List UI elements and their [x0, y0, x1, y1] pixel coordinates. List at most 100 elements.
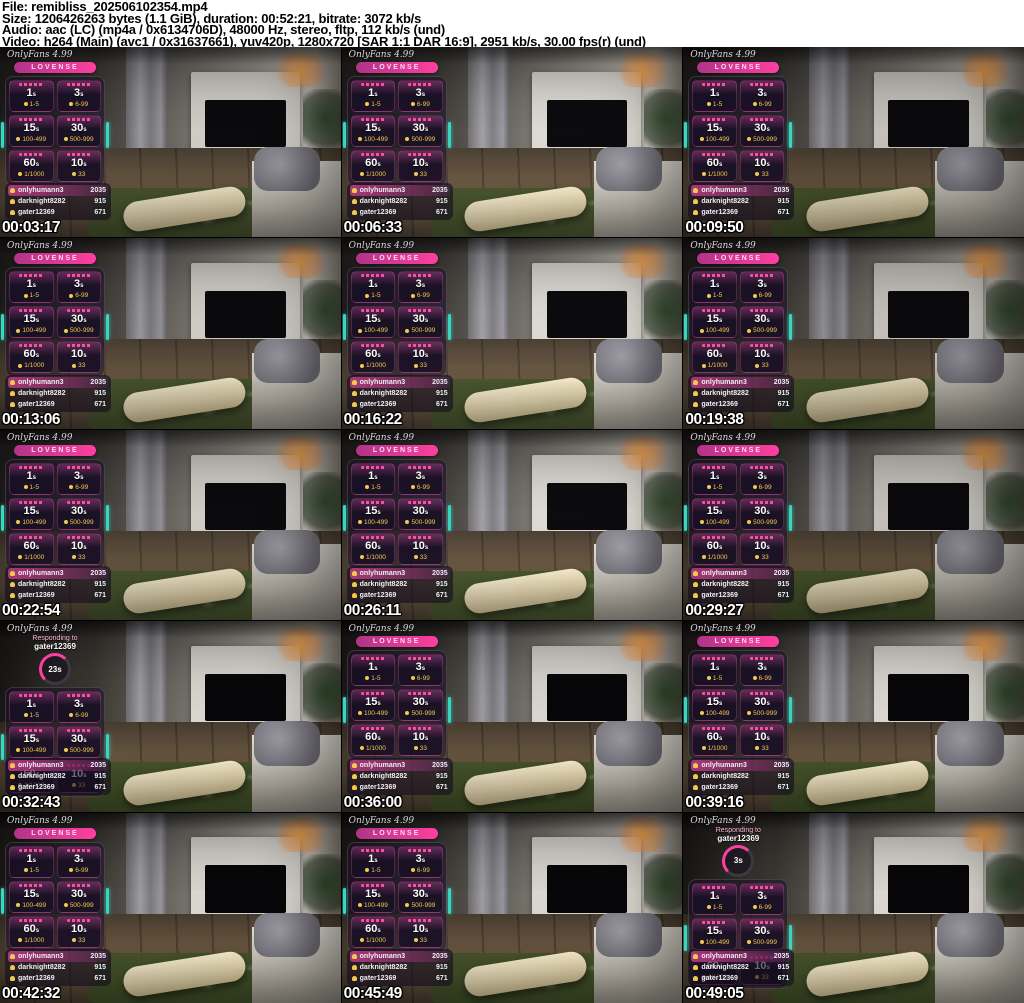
tile-token-range: 1/1000 — [353, 937, 394, 945]
stream-overlay: OnlyFans 4.99 LOVENSE Responding to gate… — [684, 50, 793, 186]
supporters-panel: onlyhumann3 2035 darknight8282 915 gater1236… — [346, 566, 453, 604]
coin-icon — [747, 328, 752, 333]
coin-icon — [16, 520, 21, 525]
tip-tile: 3s 6-99 — [398, 654, 443, 687]
supporter-row: gater12369 671 — [8, 399, 108, 410]
tip-tile: 60s1/1000 — [9, 915, 54, 948]
supporter-amount: 915 — [94, 198, 106, 206]
tip-menu: 1s1-53s6-9915s100-49930s500-99960s1/1000… — [342, 267, 451, 378]
supporter-amount: 915 — [94, 772, 106, 780]
tile-token-range: 100-499 — [11, 327, 52, 335]
supporter-name: gater12369 — [10, 974, 55, 983]
responding-username: gater12369 — [34, 642, 76, 652]
tile-duration: 30s — [70, 313, 87, 326]
tile-token-range: 100-499 — [694, 710, 735, 718]
tip-tile: 15s 100-499 — [9, 880, 54, 913]
supporter-name: darknight8282 — [10, 197, 65, 206]
supporter-amount: 671 — [435, 400, 448, 408]
level-meter-icon — [684, 924, 688, 951]
supporter-name: onlyhumann3 — [10, 761, 64, 770]
vibration-pattern-icon — [702, 657, 727, 661]
vibration-pattern-icon — [749, 118, 775, 121]
coin-icon — [365, 485, 370, 490]
tile-token-range: 6-99 — [400, 675, 441, 683]
platform-watermark: OnlyFans 4.99 — [690, 50, 756, 60]
tile-token-range: 1/1000 — [11, 362, 52, 370]
supporter-name: darknight8282 — [10, 963, 65, 972]
tile-token-range: 500-999 — [59, 902, 100, 910]
tip-tile: 60s1/1000 — [350, 150, 396, 182]
lovense-badge: LOVENSE — [14, 62, 96, 73]
supporter-row: darknight8282 915 — [8, 962, 108, 973]
supporter-name: gater12369 — [693, 400, 738, 409]
vibration-pattern-icon — [19, 535, 44, 539]
timestamp-overlay: 00:26:11 — [343, 602, 402, 620]
platform-watermark: OnlyFans 4.99 — [348, 241, 415, 252]
lovense-badge: LOVENSE — [697, 253, 780, 265]
coin-icon — [752, 293, 757, 298]
tile-duration: 3s — [757, 661, 767, 674]
tile-duration: 3s — [415, 87, 426, 99]
supporter-row: darknight8282 915 — [8, 388, 108, 399]
trophy-icon — [10, 975, 15, 981]
tile-duration: 30s — [70, 887, 87, 900]
vibration-pattern-icon — [749, 309, 775, 313]
lovense-badge: LOVENSE — [14, 444, 96, 456]
supporter-row: darknight8282 915 — [8, 196, 108, 207]
header-line: Video: h264 (Main) (avc1 / 0x31637661), … — [2, 33, 646, 47]
tile-duration: 1s — [709, 469, 720, 482]
supporter-row: onlyhumann3 2035 — [349, 950, 450, 962]
timestamp-overlay: 00:49:05 — [685, 984, 744, 1002]
tile-duration: 10s — [412, 731, 429, 744]
platform-watermark: OnlyFans 4.99 — [7, 432, 73, 443]
thumbnail: OnlyFans 4.99 LOVENSE Responding to gate… — [683, 429, 1024, 621]
level-meter-icon — [106, 505, 109, 532]
coin-icon — [16, 902, 21, 907]
thumbnail: OnlyFans 4.99 LOVENSE Responding to gate… — [341, 47, 683, 238]
supporter-row: onlyhumann3 2035 — [8, 568, 108, 580]
timestamp-overlay: 00:16:22 — [343, 410, 403, 428]
coin-icon — [752, 485, 757, 490]
tile-token-range: 33 — [742, 745, 783, 753]
supporter-row: gater12369 671 — [350, 973, 450, 984]
supporter-amount: 671 — [435, 592, 448, 600]
supporter-name: gater12369 — [351, 400, 396, 409]
tip-menu: 1s1-53s6-9915s100-49930s500-99960s1/1000… — [684, 76, 793, 186]
vibration-pattern-icon — [66, 118, 91, 121]
vibration-pattern-icon — [19, 883, 44, 887]
tile-duration: 15s — [23, 733, 40, 746]
supporter-name: onlyhumann3 — [10, 952, 64, 961]
tile-duration: 3s — [415, 852, 426, 865]
responding-label: Responding to — [32, 635, 78, 643]
coin-icon — [359, 363, 364, 368]
supporter-row: darknight8282 915 — [691, 962, 791, 973]
vibration-pattern-icon — [19, 309, 44, 313]
tip-menu: 1s1-53s6-9915s100-49930s500-99960s1/1000… — [342, 76, 451, 186]
vibration-pattern-icon — [702, 465, 727, 469]
supporter-amount: 671 — [777, 400, 790, 408]
vibration-pattern-icon — [360, 83, 386, 86]
coin-icon — [357, 328, 362, 333]
coin-icon — [706, 904, 711, 909]
tip-tile: 60s1/1000 — [9, 341, 54, 374]
level-meter-icon — [789, 313, 793, 340]
coin-icon — [413, 172, 418, 177]
coin-icon — [72, 172, 77, 177]
vibration-pattern-icon — [749, 465, 775, 469]
trophy-icon — [351, 773, 357, 779]
tile-token-range: 100-499 — [694, 327, 735, 335]
supporter-row: onlyhumann3 2035 — [691, 185, 792, 197]
tip-tile: 15s 100-499 — [350, 497, 396, 530]
tile-token-range: 33 — [400, 937, 441, 945]
tip-tile: 15s 100-499 — [692, 689, 737, 722]
platform-watermark: OnlyFans 4.99 — [348, 50, 415, 60]
vibration-pattern-icon — [66, 465, 91, 469]
platform-watermark: OnlyFans 4.99 — [7, 815, 73, 826]
tip-tile: 15s 100-499 — [350, 689, 396, 722]
vibration-pattern-icon — [19, 500, 44, 504]
vibration-pattern-icon — [19, 118, 44, 121]
tip-tile: 1s 1-5 — [9, 271, 54, 304]
vibration-pattern-icon — [360, 153, 386, 156]
tip-menu: 1s1-53s6-9915s100-49930s500-99960s1/1000… — [342, 650, 451, 761]
supporter-row: darknight8282 915 — [8, 771, 108, 782]
